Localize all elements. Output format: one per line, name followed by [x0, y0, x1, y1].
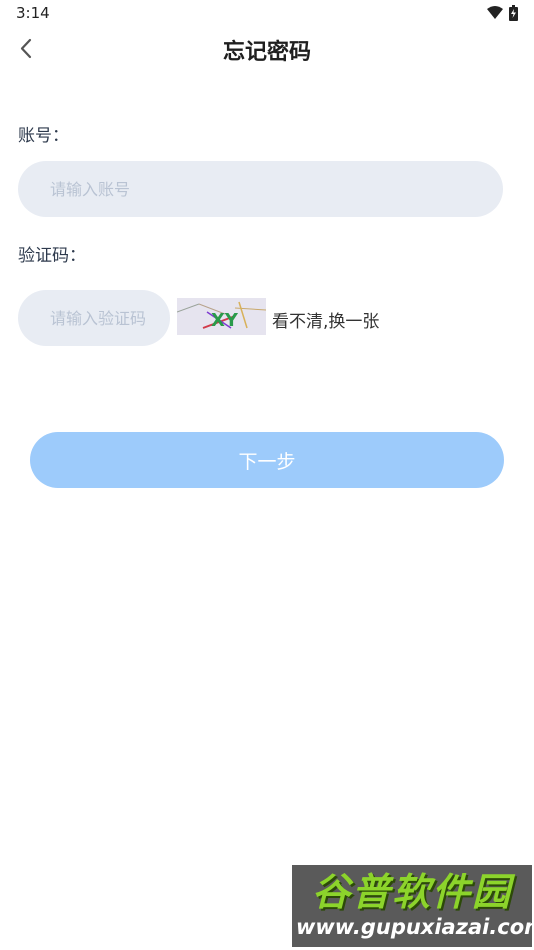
captcha-image[interactable]: XY	[177, 298, 266, 335]
site-watermark: 谷普软件园 www.gupuxiazai.com	[292, 865, 534, 947]
captcha-label: 验证码：	[18, 246, 86, 266]
battery-icon	[509, 5, 518, 21]
captcha-input[interactable]	[18, 290, 170, 346]
watermark-url: www.gupuxiazai.com	[296, 915, 534, 939]
next-button[interactable]: 下一步	[30, 432, 504, 488]
page-title: 忘记密码	[222, 40, 311, 65]
watermark-title: 谷普软件园	[311, 870, 512, 914]
status-icons	[487, 5, 518, 21]
account-input[interactable]	[18, 161, 503, 217]
status-bar: 3:14	[0, 0, 534, 28]
captcha-refresh-link[interactable]: 看不清,换一张	[272, 307, 379, 332]
captcha-text: XY	[211, 310, 239, 331]
status-time: 3:14	[16, 4, 50, 22]
header: 忘记密码	[0, 28, 534, 76]
account-label: 账号：	[18, 126, 69, 146]
wifi-icon	[487, 6, 503, 19]
